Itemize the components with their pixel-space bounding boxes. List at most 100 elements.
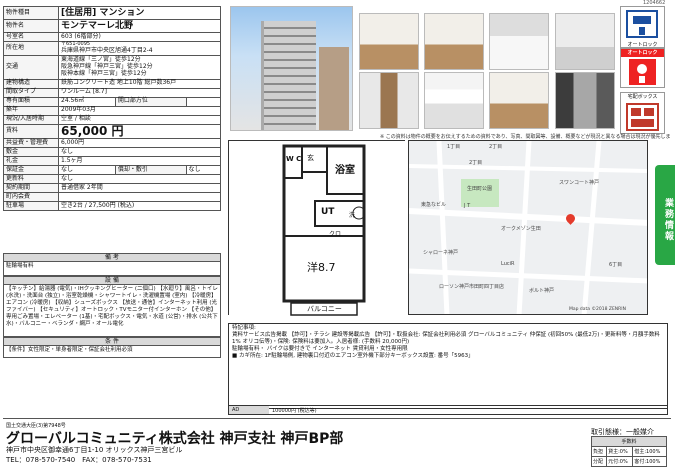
addr-label: 所在地 <box>3 41 59 56</box>
deposit-value: なし <box>58 147 221 158</box>
parking-value: 空き2台 / 27,500円 (税込) <box>58 201 221 212</box>
room-photo[interactable] <box>424 13 484 70</box>
renew-label: 更新料 <box>3 174 59 185</box>
remarks-box: 特記事項: 賃料サービス広告掲載 【詐可】・チラシ 建設等掲載広告 【許可】・取… <box>228 323 668 409</box>
entrance-photo[interactable] <box>359 72 419 129</box>
map-label: 6丁目 <box>609 262 623 268</box>
fee-row-a: 貸主:0% <box>606 446 634 457</box>
parking-label: 駐車場 <box>3 201 59 212</box>
company-address: 神戸市中央区御幸通6丁目1-10 オリックス神戸三宮ビル <box>6 446 183 454</box>
bikou-head: 備 考 <box>3 253 221 262</box>
key-money-label: 礼金 <box>3 156 59 167</box>
fee-label: 町内会費 <box>3 192 59 203</box>
remarks-body: ■ カギ所在: 1F駐輪場側, 建物裏口付近のエアコン室外機下部分キーボックス設… <box>232 353 474 359</box>
area-value: 24.56㎡ <box>58 96 116 107</box>
floor-plan[interactable]: W C 玄 浴室 UT 洗 クロ 洋8.7 バルコニー <box>228 140 406 316</box>
room-photo[interactable] <box>489 72 549 129</box>
location-map[interactable]: 1丁目 2丁目 スワンコート神戸 東急なビル 生田町公園 J T オークメゾン生… <box>408 140 648 315</box>
delivery-box-label: 宅配ボックス <box>627 94 658 100</box>
ut-label: UT <box>321 207 335 217</box>
age-value: 2009年03月 <box>58 105 221 116</box>
map-label: ローソン神戸市田町四丁目店 <box>439 284 505 290</box>
aircon-photo[interactable] <box>424 72 484 129</box>
map-label: 1丁目 <box>447 144 461 150</box>
map-label: 東急なビル <box>421 202 447 208</box>
fee-row-b: 借主:100% <box>632 446 667 457</box>
map-label: 生田町公園 <box>467 186 493 192</box>
rent-label: 賃料 <box>3 123 59 140</box>
bath-label: 浴室 <box>335 165 355 176</box>
remarks-body: 駐輪場有料・ バイクは要付きで インターネット 賃貸利用・女性専用限 <box>232 346 408 352</box>
area-label: 専有面積 <box>3 96 59 107</box>
kind-label: 物件種目 <box>3 6 59 20</box>
jouken-head: 条 件 <box>3 337 221 346</box>
bikou-body: 駐輪場有料 <box>3 262 221 276</box>
washer-label: 洗 <box>349 212 356 219</box>
map-label: ボルト神戸 <box>529 288 555 294</box>
delivery-box-icon: 宅配ボックス <box>620 92 665 134</box>
fee-value <box>58 192 221 203</box>
autolock-label: オートロック <box>627 42 658 48</box>
jouken-body: 【条件】女性限定・単身者限定・保証会社利用必須 <box>3 346 221 358</box>
kitchen-photo[interactable] <box>489 13 549 70</box>
contract-value: 普通借家 2年間 <box>58 183 221 194</box>
setsubi-body: 【キッチン】給湯器 (電気)・IHクッキングヒーター (二個口) 【水廻り】風呂… <box>3 285 221 337</box>
map-label: J T <box>464 203 471 209</box>
fee-row-key: 負担 <box>590 446 608 457</box>
hallway-photo[interactable] <box>555 72 615 129</box>
map-label: スワンコート神戸 <box>559 180 600 186</box>
map-label: 2丁目 <box>489 144 503 150</box>
autolock-icon: オートロック <box>620 6 665 48</box>
company-tel: TEL：078-570-7540 FAX：078-570-7531 <box>6 456 152 464</box>
business-info-tab[interactable]: 業務情報 <box>655 165 675 265</box>
balcony-label: バルコニー <box>307 305 342 313</box>
amort-value: なし <box>185 165 222 176</box>
building-photo[interactable] <box>230 6 353 131</box>
age-label: 築年 <box>3 105 59 116</box>
intercom-label: オートロック <box>621 49 664 57</box>
ad-row: AD 100000円 (税込等) <box>228 405 668 415</box>
guarantee-value: なし <box>58 165 116 176</box>
ad-label: AD <box>229 406 269 414</box>
fee-head: 手数料 <box>591 436 667 447</box>
fee-row-a: 元付:0% <box>606 456 634 467</box>
transit-label: 交通 <box>3 54 59 80</box>
map-label: オークメゾン生田 <box>501 226 541 232</box>
addr-value: 兵庫県神戸市中央区旭通4丁目2-4 <box>61 46 153 54</box>
wc-label: W C <box>286 155 302 163</box>
status-value: 空室 / 相談 <box>58 114 221 125</box>
map-label: 2丁目 <box>469 160 483 166</box>
fee-row-key: 分配 <box>590 456 608 467</box>
genkan-label: 玄 <box>307 154 314 162</box>
setsubi-head: 設 備 <box>3 276 221 285</box>
room-label: 号室名 <box>3 32 59 42</box>
common-label: 共益費・管理費 <box>3 138 59 149</box>
name-label: 物件名 <box>3 19 59 33</box>
guarantee-label: 保証金 <box>3 165 59 176</box>
contract-label: 契約期間 <box>3 183 59 194</box>
deposit-label: 敷金 <box>3 147 59 158</box>
transit-line: 阪神本線「神戸三宮」徒歩12分 <box>61 69 147 77</box>
fee-row-b: 客付:100% <box>632 456 667 467</box>
map-label: LuciR <box>501 261 515 267</box>
key-money-value: 1.5ヶ月 <box>58 156 221 167</box>
intercom-icon: オートロック <box>620 48 665 88</box>
rent-value: 65,000 円 <box>58 123 221 140</box>
washroom-photo[interactable] <box>555 13 615 70</box>
name-value: モンテマーレ北野 <box>58 19 221 33</box>
opening-label: 開口部方位 <box>114 96 187 107</box>
map-label: シャローネ神戸 <box>423 250 459 256</box>
room-photo[interactable] <box>359 13 419 70</box>
map-footer: Map data ©2018 ZENRIN <box>569 307 626 312</box>
room-label: 洋8.7 <box>307 261 336 274</box>
remarks-head: 特記事項: <box>232 325 256 331</box>
layout-value: ワンルーム [8.7] <box>58 87 221 98</box>
opening-value <box>185 96 222 107</box>
ad-value: 100000円 (税込等) <box>272 408 317 414</box>
struct-label: 建物構造 <box>3 78 59 89</box>
struct-value: 鉄筋コンクリート造 地上10階 総戸数36戸 <box>58 78 221 89</box>
kind-value: [住居用] マンション <box>58 6 221 20</box>
remarks-body: 賃料サービス広告掲載 【詐可】・チラシ 建設等掲載広告 【許可】・取扱会社: 保… <box>232 332 660 345</box>
amort-label: 償却・敷引 <box>114 165 187 176</box>
common-value: 6,000円 <box>58 138 221 149</box>
